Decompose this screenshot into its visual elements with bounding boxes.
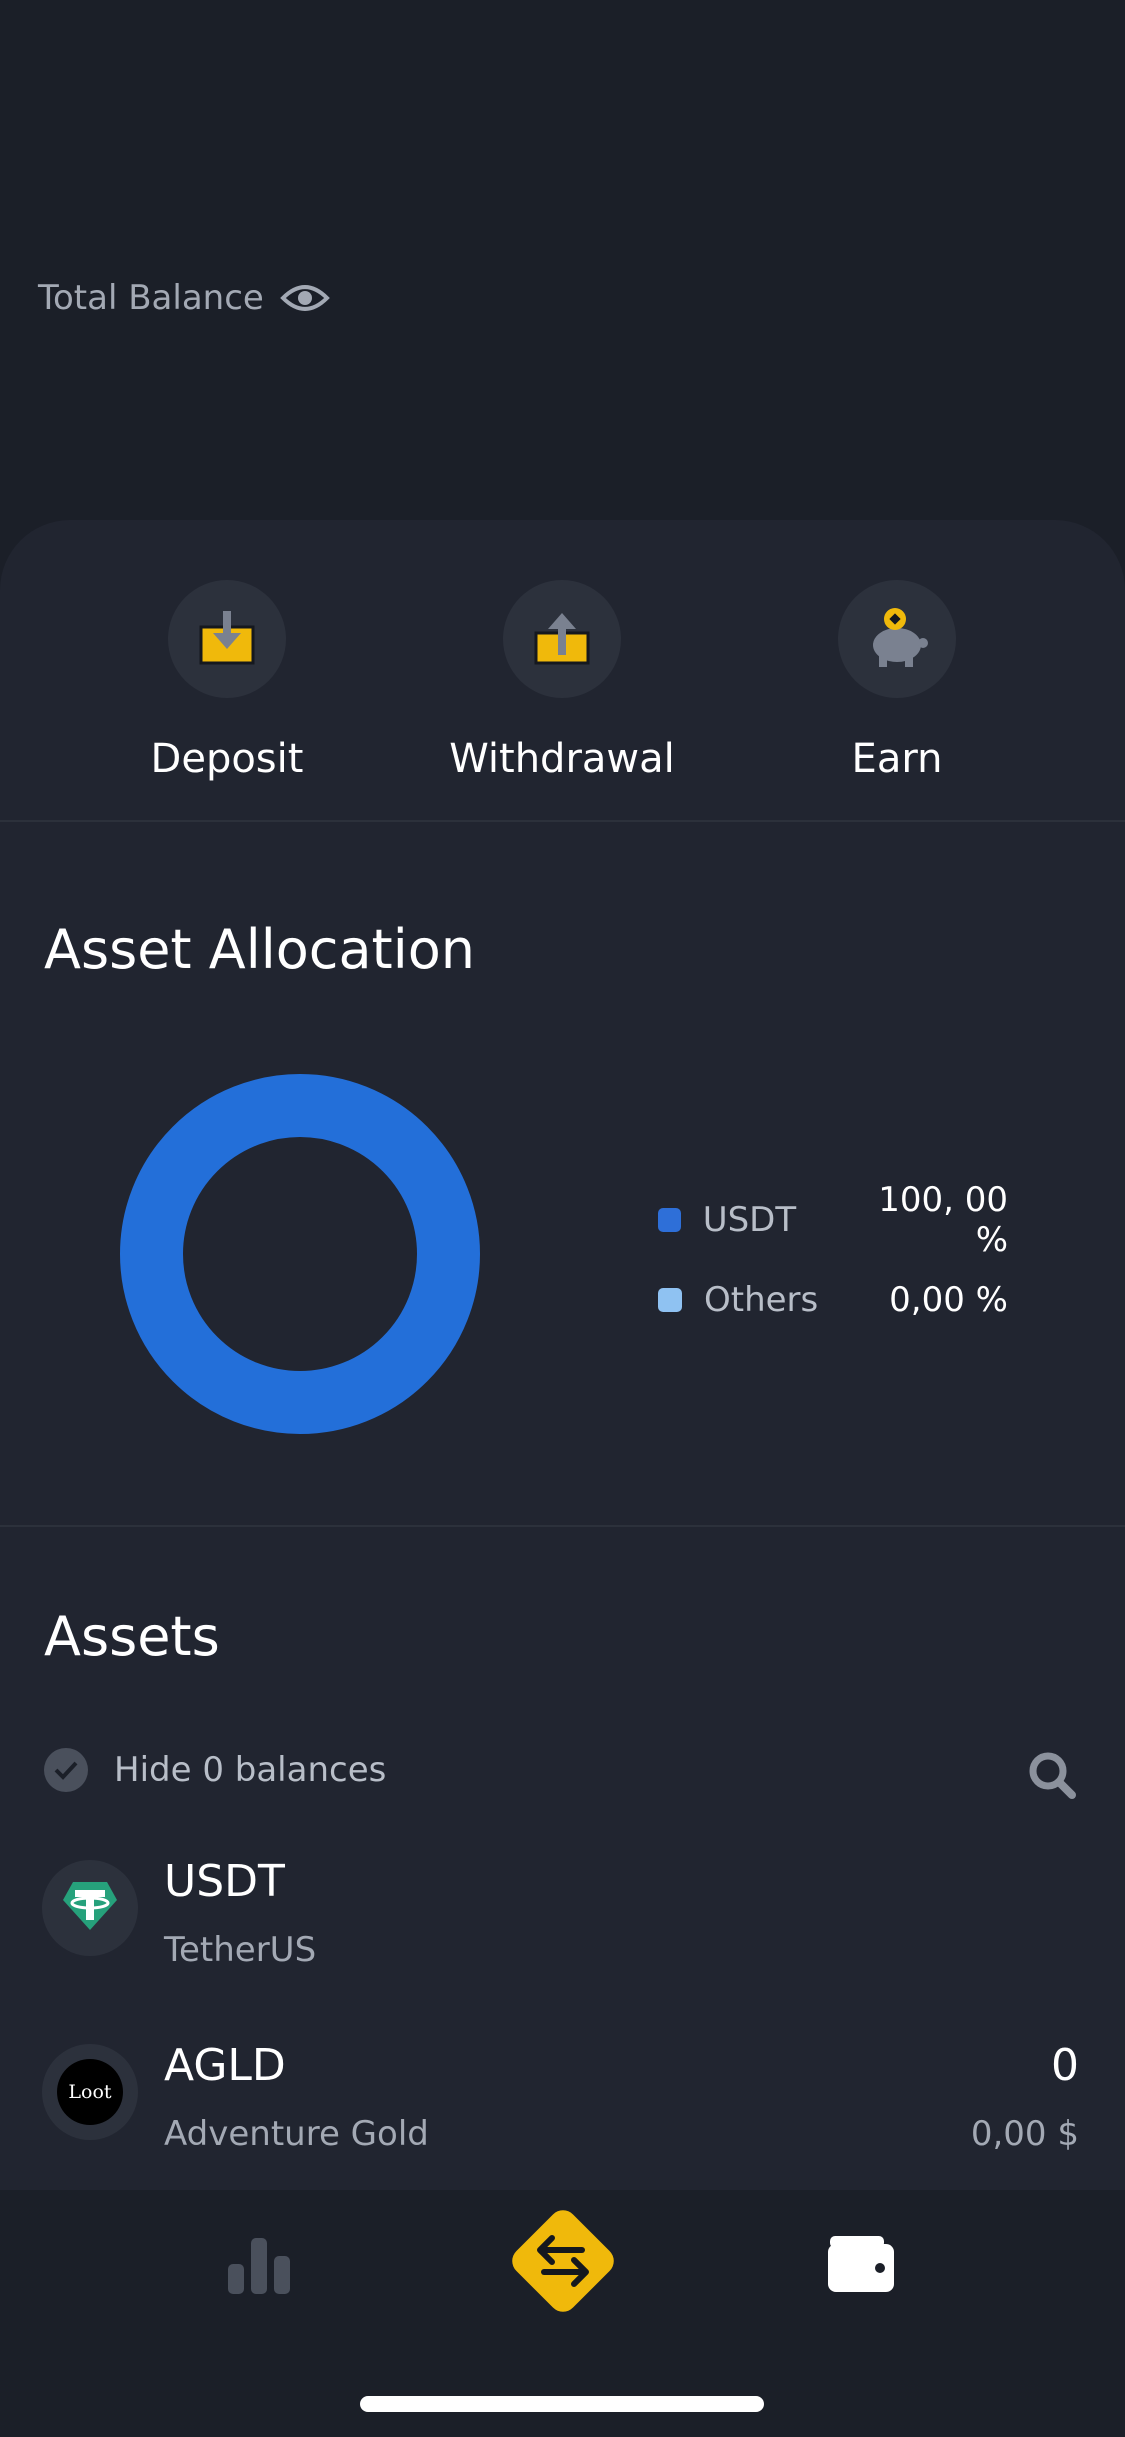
section-divider	[0, 1525, 1125, 1527]
asset-name: Adventure Gold	[164, 2114, 429, 2154]
tether-icon	[61, 1880, 119, 1936]
legend-name: Others	[704, 1280, 819, 1320]
wallet-sheet: Deposit Withdrawal Earn Asset Allocation…	[0, 520, 1125, 2190]
checkmark-icon[interactable]	[44, 1748, 88, 1792]
asset-row-usdt[interactable]: USDT TetherUS	[0, 1856, 1125, 2020]
piggy-bank-icon	[865, 605, 929, 673]
balance-header: Total Balance	[0, 0, 1125, 560]
donut-slice-usdt	[120, 1074, 480, 1434]
eye-icon[interactable]	[279, 278, 330, 318]
total-balance-row: Total Balance	[38, 278, 330, 318]
markets-bar-chart-icon[interactable]	[226, 2234, 292, 2300]
withdrawal-label: Withdrawal	[449, 736, 675, 782]
asset-fiat-value: 0,00 $	[970, 2114, 1079, 2154]
wallet-icon[interactable]	[826, 2232, 896, 2298]
trade-swap-icon[interactable]	[502, 2200, 624, 2326]
home-indicator	[360, 2396, 764, 2412]
legend-value: 0,00 %	[889, 1280, 1008, 1320]
deposit-icon	[197, 607, 257, 671]
deposit-button[interactable]: Deposit	[97, 580, 357, 782]
total-balance-label: Total Balance	[38, 278, 264, 318]
withdrawal-button[interactable]: Withdrawal	[432, 580, 692, 782]
asset-allocation-title: Asset Allocation	[44, 918, 475, 981]
quick-actions: Deposit Withdrawal Earn	[0, 580, 1125, 782]
asset-symbol: AGLD	[164, 2040, 286, 2091]
legend-swatch-usdt	[658, 1208, 681, 1232]
legend-name: USDT	[702, 1200, 797, 1240]
allocation-legend: USDT 100, 00 % Others 0,00 %	[658, 1180, 1008, 1340]
legend-item-others: Others 0,00 %	[658, 1260, 1008, 1340]
earn-label: Earn	[851, 736, 943, 782]
earn-button[interactable]: Earn	[767, 580, 1027, 782]
hide-zero-balances-label: Hide 0 balances	[114, 1750, 387, 1790]
allocation-donut-chart	[120, 1074, 480, 1434]
assets-title: Assets	[44, 1605, 220, 1668]
legend-value: 100, 00 %	[878, 1180, 1008, 1260]
loot-icon-text: Loot	[68, 2081, 112, 2103]
search-icon[interactable]	[1027, 1750, 1077, 1800]
asset-row-agld[interactable]: Loot AGLD Adventure Gold 0 0,00 $	[0, 2040, 1125, 2204]
asset-symbol: USDT	[164, 1856, 285, 1907]
asset-amount: 0	[1051, 2040, 1079, 2091]
withdrawal-icon	[532, 607, 592, 671]
asset-name: TetherUS	[164, 1930, 317, 1970]
legend-swatch-others	[658, 1288, 682, 1312]
deposit-label: Deposit	[150, 736, 304, 782]
legend-item-usdt: USDT 100, 00 %	[658, 1180, 1008, 1260]
section-divider	[0, 820, 1125, 822]
loot-icon: Loot	[57, 2059, 123, 2125]
hide-zero-balances-toggle[interactable]: Hide 0 balances	[44, 1748, 386, 1792]
